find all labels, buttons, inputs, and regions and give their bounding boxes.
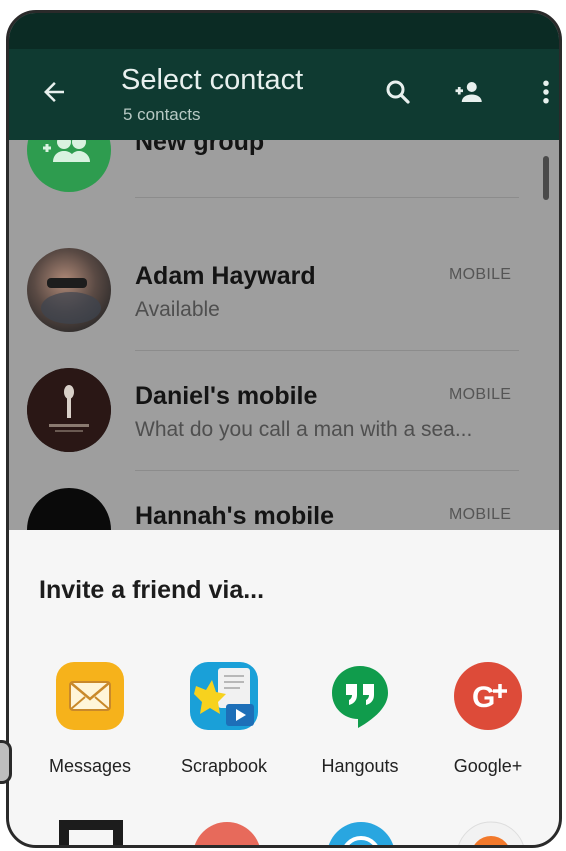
status-bar xyxy=(9,13,559,49)
app-bar: Select contact 5 contacts xyxy=(9,49,559,140)
contact-status: What do you call a man with a sea... xyxy=(135,418,473,441)
contact-count: 5 contacts xyxy=(123,105,201,124)
back-arrow-icon[interactable] xyxy=(39,77,69,107)
scrapbook-icon xyxy=(190,662,258,730)
new-group-avatar xyxy=(27,140,111,192)
contact-row[interactable]: Hannah's mobile MOBILE xyxy=(9,472,559,530)
share-app-peek[interactable] xyxy=(49,820,133,845)
contact-row[interactable]: Daniel's mobile What do you call a man w… xyxy=(9,352,559,472)
share-sheet-heading: Invite a friend via... xyxy=(39,576,265,604)
contact-name: Daniel's mobile xyxy=(135,382,318,410)
new-group-row[interactable]: New group xyxy=(9,140,559,228)
share-app-peek[interactable] xyxy=(319,820,403,845)
app-icon-partial xyxy=(458,821,524,845)
avatar xyxy=(27,488,111,530)
share-app-google-plus[interactable]: G Google+ xyxy=(423,660,553,780)
contact-name: New group xyxy=(135,140,265,156)
app-label: Scrapbook xyxy=(180,756,268,776)
avatar-photo xyxy=(41,278,101,324)
avatar-photo xyxy=(27,368,111,452)
hangouts-icon xyxy=(332,666,388,728)
page-title: Select contact xyxy=(121,64,304,96)
google-plus-icon: G xyxy=(454,662,522,730)
more-vert-icon[interactable] xyxy=(531,77,561,107)
app-icon-partial xyxy=(194,822,260,845)
add-contact-icon[interactable] xyxy=(453,77,483,107)
contact-status: Available xyxy=(135,298,220,321)
app-label: Messages xyxy=(48,756,132,776)
divider xyxy=(135,350,519,351)
app-label: Google+ xyxy=(453,756,523,776)
avatar xyxy=(27,368,111,452)
share-app-peek[interactable] xyxy=(185,820,269,845)
share-app-peek[interactable] xyxy=(449,820,533,845)
avatar xyxy=(27,248,111,332)
group-add-icon xyxy=(43,140,90,162)
svg-text:G: G xyxy=(472,681,495,714)
share-app-hangouts[interactable]: Hangouts xyxy=(295,660,425,780)
contact-name: Adam Hayward xyxy=(135,262,316,290)
phone-type: MOBILE xyxy=(449,386,512,403)
phone-type: MOBILE xyxy=(449,266,512,283)
share-app-messages[interactable]: Messages xyxy=(25,660,155,780)
contact-list[interactable]: New group Adam Hayward Available MOBILE xyxy=(9,140,559,530)
app-label: Hangouts xyxy=(321,756,399,776)
divider xyxy=(135,470,519,471)
contact-row[interactable]: Adam Hayward Available MOBILE xyxy=(9,232,559,352)
divider xyxy=(135,197,519,198)
callout-tab xyxy=(0,740,12,784)
search-icon[interactable] xyxy=(383,77,413,107)
share-app-scrapbook[interactable]: Scrapbook xyxy=(159,660,289,780)
phone-type: MOBILE xyxy=(449,506,512,523)
phone-frame: Select contact 5 contacts New group Adam… xyxy=(6,10,562,848)
app-icon-partial xyxy=(59,820,123,845)
messages-icon xyxy=(56,662,124,730)
app-icon-partial xyxy=(328,822,394,845)
share-sheet: Invite a friend via... Messages Scrapboo… xyxy=(9,530,559,845)
contact-name: Hannah's mobile xyxy=(135,502,335,530)
